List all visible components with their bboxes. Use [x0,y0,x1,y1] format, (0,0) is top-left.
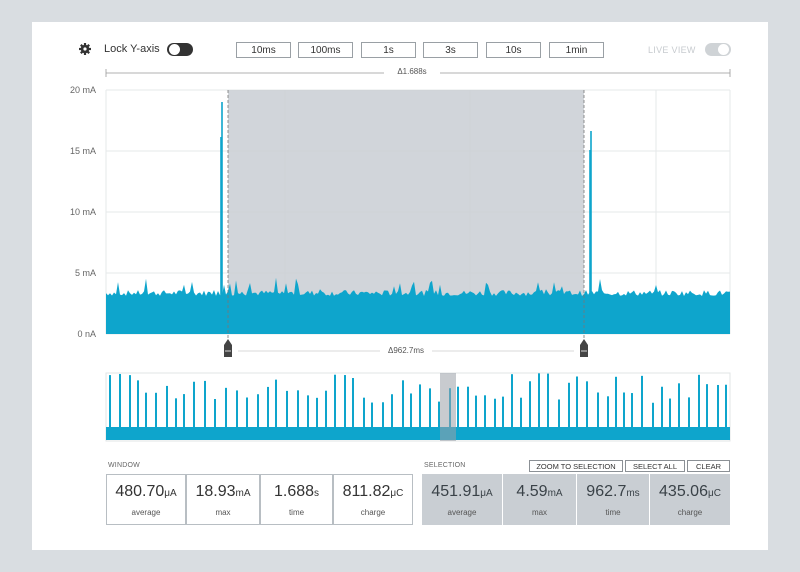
selection-handle-right [580,339,588,357]
window-delta-label: Δ1.688s [397,67,427,76]
selection-time-stat: 962.7ms time [577,474,649,525]
window-section-label: WINDOW [108,462,140,469]
selection-charge-stat: 435.06μC charge [650,474,730,525]
selection-max-stat: 4.59mA max [503,474,576,525]
window-max-stat: 18.93mA max [186,474,260,525]
selection-section-label: SELECTION [424,462,466,469]
selection-average-stat: 451.91μA average [422,474,502,525]
selection-handle-left [224,339,232,357]
window-charge-stat: 811.82μC charge [333,474,413,525]
overview-window-marker [440,373,456,441]
zoom-to-selection-button[interactable]: ZOOM TO SELECTION [529,460,623,472]
selection-delta-label: Δ962.7ms [387,346,425,355]
select-all-button[interactable]: SELECT ALL [625,460,685,472]
window-average-stat: 480.70μA average [106,474,186,525]
window-time-stat: 1.688s time [260,474,333,525]
clear-selection-button[interactable]: CLEAR [687,460,730,472]
